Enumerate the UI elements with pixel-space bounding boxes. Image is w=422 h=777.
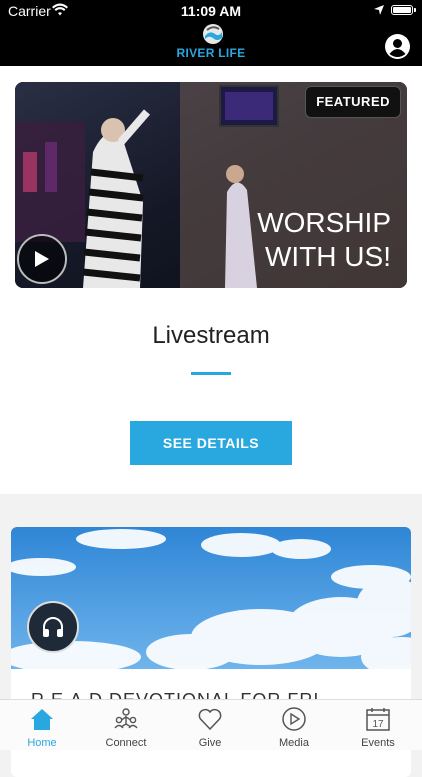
- tab-connect[interactable]: Connect: [84, 700, 168, 750]
- location-arrow-icon: [374, 5, 384, 15]
- calendar-icon: 17: [366, 708, 390, 731]
- hero-text-line1: WORSHIP: [257, 207, 391, 238]
- people-icon: [114, 708, 138, 729]
- hero-text-line2: WITH US!: [265, 241, 391, 272]
- card-title: Livestream: [152, 322, 270, 349]
- calendar-day: 17: [372, 719, 384, 730]
- tab-bar: Home Connect Give Media 17 Events: [0, 699, 422, 750]
- status-bar: Carrier 11:09 AM: [0, 0, 422, 22]
- status-time: 11:09 AM: [180, 3, 242, 19]
- top-bar: Carrier 11:09 AM RIVER LIFE: [0, 0, 422, 66]
- headphones-icon: [43, 617, 63, 637]
- featured-card[interactable]: FEATURED WORSHIP WITH US! Livestream SEE…: [0, 66, 422, 494]
- play-circle-icon: [282, 707, 306, 731]
- hero-text: WORSHIP WITH US!: [257, 206, 391, 274]
- title-divider: [191, 372, 231, 375]
- tab-media-label: Media: [279, 737, 309, 749]
- tab-give-label: Give: [198, 737, 222, 749]
- river-life-logo: RIVER LIFE: [176, 24, 246, 62]
- heart-icon: [198, 708, 222, 731]
- see-details-button[interactable]: SEE DETAILS: [130, 421, 292, 465]
- battery-icon: [391, 5, 416, 15]
- profile-icon[interactable]: [385, 34, 410, 59]
- logo-mark-icon: [203, 24, 223, 44]
- tab-home-label: Home: [27, 737, 57, 749]
- logo-text: RIVER LIFE: [176, 46, 246, 60]
- play-icon: [35, 251, 49, 267]
- play-button[interactable]: [17, 234, 67, 284]
- audio-button[interactable]: [27, 601, 79, 653]
- tab-events[interactable]: 17 Events: [336, 700, 420, 750]
- featured-badge: FEATURED: [305, 86, 401, 118]
- tab-home[interactable]: Home: [0, 700, 84, 750]
- tab-events-label: Events: [361, 737, 395, 749]
- home-icon: [31, 709, 53, 730]
- sky-image: [11, 527, 411, 669]
- tab-give[interactable]: Give: [168, 700, 252, 750]
- tab-media[interactable]: Media: [252, 700, 336, 750]
- tab-connect-label: Connect: [105, 737, 147, 749]
- featured-image[interactable]: FEATURED WORSHIP WITH US!: [15, 82, 407, 288]
